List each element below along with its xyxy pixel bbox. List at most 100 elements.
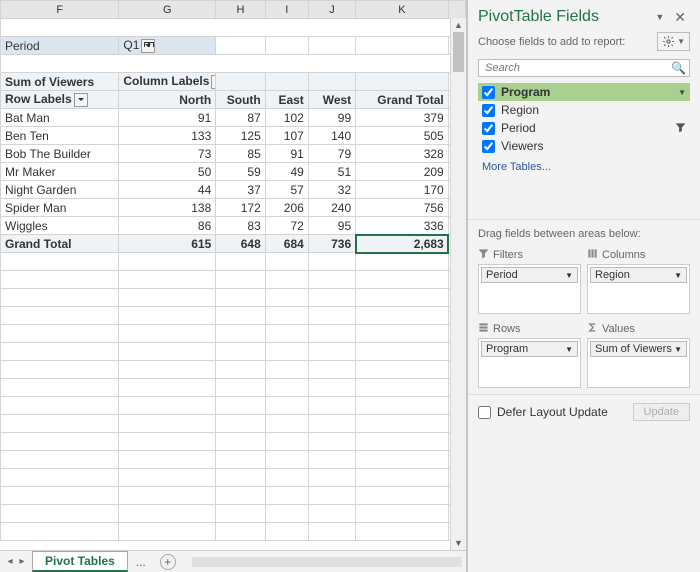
field-period[interactable]: Period <box>478 119 690 137</box>
data-cell[interactable]: 51 <box>308 163 355 181</box>
grand-total-cell[interactable]: 736 <box>308 235 355 253</box>
data-cell[interactable]: 107 <box>265 127 308 145</box>
row-label-cell[interactable]: Mr Maker <box>1 163 119 181</box>
values-label[interactable]: Sum of Viewers <box>1 73 119 91</box>
data-cell[interactable]: 85 <box>216 145 266 163</box>
col-header[interactable]: H <box>216 1 266 19</box>
zone-box[interactable]: Region▼ <box>587 264 690 314</box>
data-cell[interactable]: 170 <box>356 181 449 199</box>
settings-button[interactable]: ▼ <box>657 32 690 51</box>
filter-label[interactable]: Period <box>1 37 119 55</box>
sheet-tab-more[interactable]: ... <box>128 555 154 569</box>
vertical-scrollbar[interactable]: ▲ ▼ <box>450 18 466 550</box>
grand-total-cell[interactable]: 684 <box>265 235 308 253</box>
data-cell[interactable]: 57 <box>265 181 308 199</box>
row-label-cell[interactable]: Night Garden <box>1 181 119 199</box>
spreadsheet-grid[interactable]: F G H I J K Period Q1 Sum of Viewers Col… <box>0 0 466 541</box>
data-cell[interactable]: 336 <box>356 217 449 235</box>
data-cell[interactable]: 83 <box>216 217 266 235</box>
zone-item[interactable]: Program▼ <box>481 341 578 357</box>
data-cell[interactable]: 240 <box>308 199 355 217</box>
col-header-cell[interactable]: North <box>119 91 216 109</box>
data-cell[interactable]: 72 <box>265 217 308 235</box>
defer-checkbox[interactable] <box>478 406 491 419</box>
search-input[interactable] <box>478 59 690 77</box>
data-cell[interactable]: 79 <box>308 145 355 163</box>
scroll-up-icon[interactable]: ▲ <box>451 18 466 32</box>
data-cell[interactable]: 73 <box>119 145 216 163</box>
grand-total-cell-selected[interactable]: 2,683 <box>356 235 449 253</box>
grand-total-label[interactable]: Grand Total <box>1 235 119 253</box>
data-cell[interactable]: 172 <box>216 199 266 217</box>
add-sheet-button[interactable]: + <box>160 554 176 570</box>
col-header[interactable]: F <box>1 1 119 19</box>
field-region[interactable]: Region <box>478 101 690 119</box>
col-header-cell[interactable]: South <box>216 91 266 109</box>
zone-item[interactable]: Region▼ <box>590 267 687 283</box>
col-header[interactable]: J <box>308 1 355 19</box>
row-label-cell[interactable]: Bat Man <box>1 109 119 127</box>
grand-total-cell[interactable]: 615 <box>119 235 216 253</box>
update-button[interactable]: Update <box>633 403 690 421</box>
row-label-cell[interactable]: Wiggles <box>1 217 119 235</box>
close-icon[interactable]: ✕ <box>670 9 690 26</box>
data-cell[interactable]: 206 <box>265 199 308 217</box>
data-cell[interactable]: 59 <box>216 163 266 181</box>
data-cell[interactable]: 328 <box>356 145 449 163</box>
scroll-thumb[interactable] <box>453 32 464 72</box>
data-cell[interactable]: 505 <box>356 127 449 145</box>
field-checkbox[interactable] <box>482 86 495 99</box>
data-cell[interactable]: 756 <box>356 199 449 217</box>
row-labels[interactable]: Row Labels <box>1 91 119 109</box>
data-cell[interactable]: 44 <box>119 181 216 199</box>
data-cell[interactable]: 140 <box>308 127 355 145</box>
data-cell[interactable]: 125 <box>216 127 266 145</box>
field-program[interactable]: Program▼ <box>478 83 690 101</box>
col-header[interactable]: I <box>265 1 308 19</box>
zone-box[interactable]: Program▼ <box>478 338 581 388</box>
row-label-cell[interactable]: Spider Man <box>1 199 119 217</box>
data-cell[interactable]: 99 <box>308 109 355 127</box>
filter-dropdown-icon[interactable] <box>141 39 155 53</box>
field-checkbox[interactable] <box>482 140 495 153</box>
field-viewers[interactable]: Viewers <box>478 137 690 155</box>
data-cell[interactable]: 86 <box>119 217 216 235</box>
zone-item[interactable]: Period▼ <box>481 267 578 283</box>
panel-menu-icon[interactable]: ▼ <box>649 12 670 22</box>
more-tables-link[interactable]: More Tables... <box>468 155 700 179</box>
chevron-down-icon[interactable]: ▼ <box>674 345 682 354</box>
filter-icon[interactable] <box>675 122 686 135</box>
row-label-cell[interactable]: Ben Ten <box>1 127 119 145</box>
col-header[interactable]: G <box>119 1 216 19</box>
tab-nav-first-icon[interactable]: ◂ <box>4 556 16 567</box>
row-label-cell[interactable]: Bob The Builder <box>1 145 119 163</box>
data-cell[interactable]: 37 <box>216 181 266 199</box>
zone-item[interactable]: Sum of Viewers▼ <box>590 341 687 357</box>
data-cell[interactable]: 102 <box>265 109 308 127</box>
tab-nav-next-icon[interactable]: ▸ <box>16 556 28 567</box>
data-cell[interactable]: 87 <box>216 109 266 127</box>
zone-box[interactable]: Period▼ <box>478 264 581 314</box>
data-cell[interactable]: 209 <box>356 163 449 181</box>
chevron-down-icon[interactable]: ▼ <box>565 271 573 280</box>
data-cell[interactable]: 133 <box>119 127 216 145</box>
data-cell[interactable]: 91 <box>265 145 308 163</box>
row-dropdown-icon[interactable] <box>74 93 88 107</box>
column-labels[interactable]: Column Labels <box>119 73 216 91</box>
data-cell[interactable]: 32 <box>308 181 355 199</box>
data-cell[interactable]: 49 <box>265 163 308 181</box>
col-header-cell[interactable]: East <box>265 91 308 109</box>
field-checkbox[interactable] <box>482 122 495 135</box>
zone-box[interactable]: Sum of Viewers▼ <box>587 338 690 388</box>
grand-total-cell[interactable]: 648 <box>216 235 266 253</box>
sheet-tab-active[interactable]: Pivot Tables <box>32 551 128 572</box>
horizontal-scrollbar[interactable] <box>192 557 462 567</box>
data-cell[interactable]: 50 <box>119 163 216 181</box>
chevron-down-icon[interactable]: ▼ <box>565 345 573 354</box>
col-header-cell[interactable]: Grand Total <box>356 91 449 109</box>
data-cell[interactable]: 138 <box>119 199 216 217</box>
scroll-down-icon[interactable]: ▼ <box>451 536 466 550</box>
col-header[interactable]: K <box>356 1 449 19</box>
field-checkbox[interactable] <box>482 104 495 117</box>
chevron-down-icon[interactable]: ▼ <box>674 271 682 280</box>
